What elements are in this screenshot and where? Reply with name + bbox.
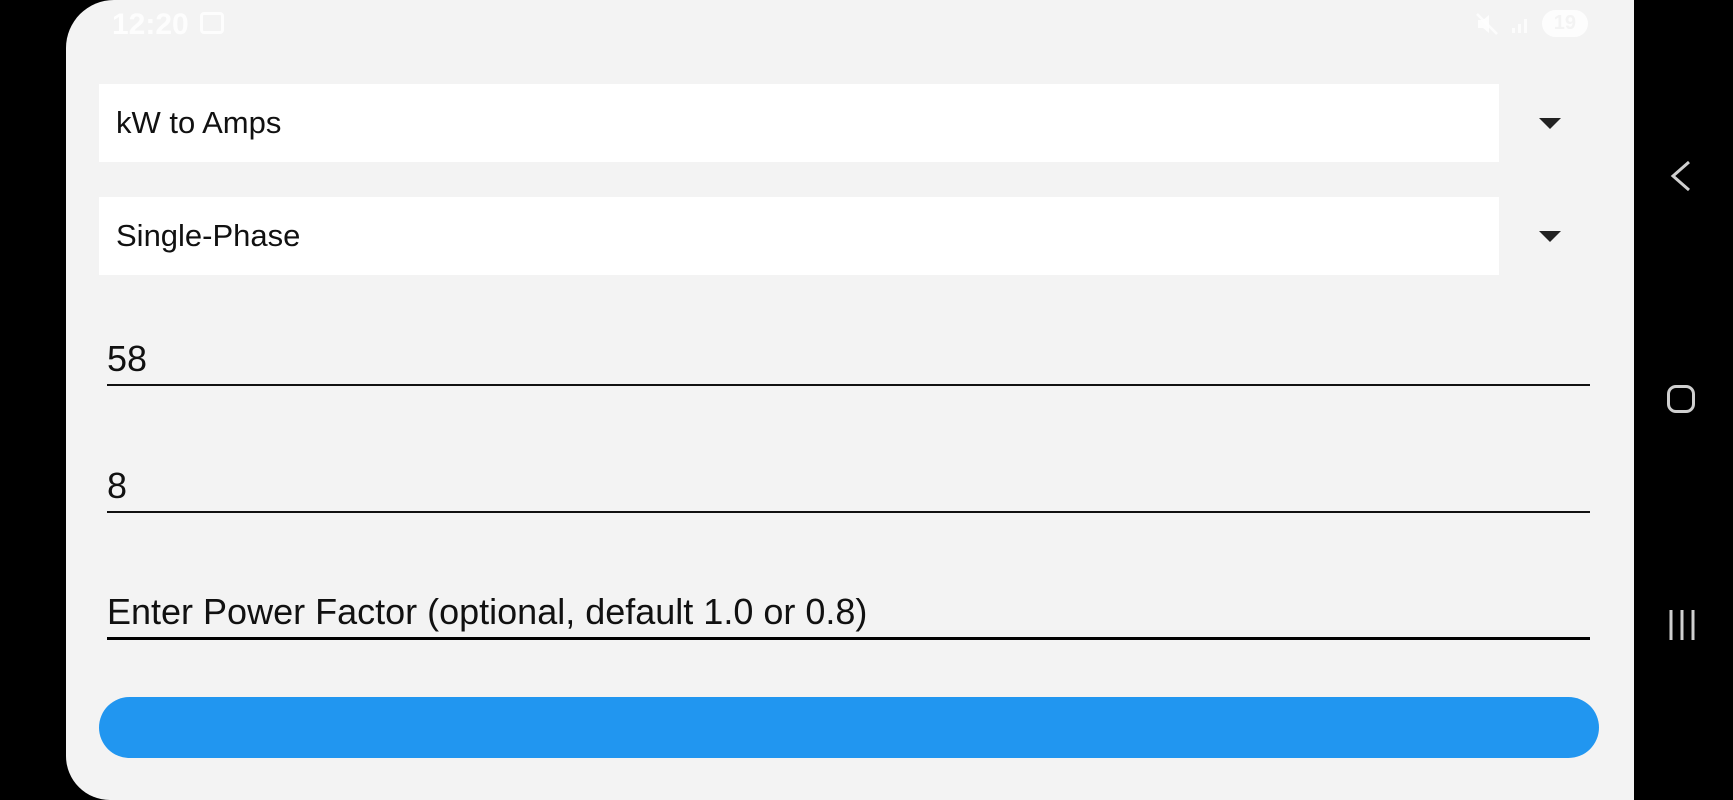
voltage-field[interactable]: 8	[107, 463, 1590, 513]
conversion-type-dropdown[interactable]: kW to Amps	[99, 84, 1499, 162]
conversion-type-value: kW to Amps	[116, 105, 282, 140]
power-factor-input[interactable]	[107, 591, 1590, 633]
power-factor-field[interactable]	[107, 590, 1590, 640]
power-kw-field[interactable]: 58	[107, 336, 1590, 386]
status-bar: 12:20 19	[66, 0, 1634, 52]
navigation-bar	[1634, 0, 1733, 800]
chevron-down-icon[interactable]	[1539, 118, 1561, 129]
phase-type-dropdown[interactable]: Single-Phase	[99, 197, 1499, 275]
recents-icon[interactable]	[1666, 608, 1698, 642]
status-time: 12:20	[112, 8, 189, 41]
calculate-button[interactable]	[99, 697, 1599, 758]
home-icon[interactable]	[1667, 385, 1695, 413]
voltage-value: 8	[107, 465, 128, 506]
mute-icon	[1475, 12, 1498, 35]
power-kw-value: 58	[107, 338, 148, 379]
app-screen: 12:20 19 kW to Amps Single-Phase 58 8	[66, 0, 1634, 800]
status-icons: 19	[1474, 10, 1588, 37]
screen-cast-icon	[200, 12, 224, 34]
battery-icon: 19	[1541, 10, 1588, 37]
chevron-down-icon[interactable]	[1539, 231, 1561, 242]
phase-type-value: Single-Phase	[116, 218, 301, 253]
signal-icon	[1511, 18, 1527, 33]
back-icon[interactable]	[1669, 160, 1693, 192]
